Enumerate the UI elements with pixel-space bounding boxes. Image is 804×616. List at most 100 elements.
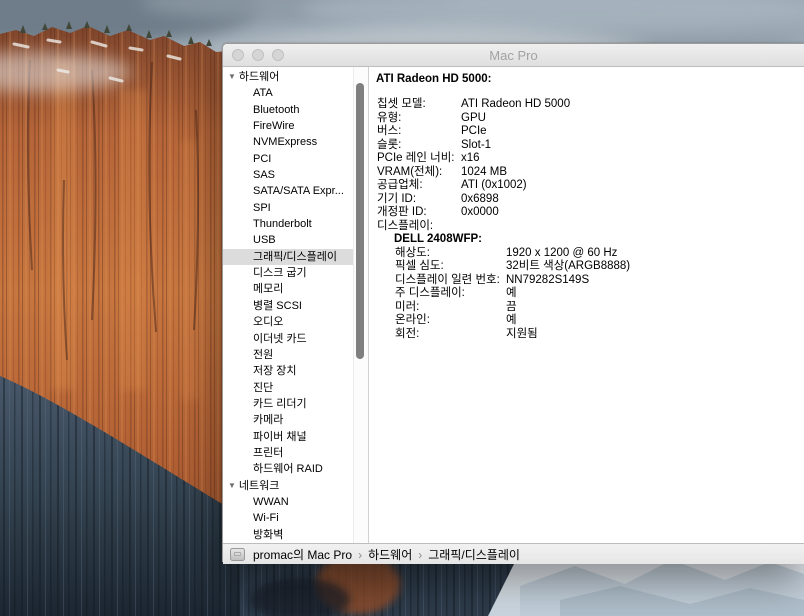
info-row: 디스플레이 일련 번호:NN79282S149S [395,274,796,288]
window-body: ▼하드웨어ATABluetoothFireWireNVMExpressPCISA… [223,67,804,543]
sidebar-item[interactable]: SATA/SATA Expr... [223,183,368,199]
sidebar-item[interactable]: Bluetooth [223,102,368,118]
info-label: 디스플레이: [377,220,461,234]
sidebar-item[interactable]: 전원 [223,347,368,363]
sidebar-item[interactable]: 하드웨어 RAID [223,461,368,477]
info-label: 픽셀 심도: [395,260,506,274]
zoom-button[interactable] [272,49,284,61]
sidebar-item[interactable]: Thunderbolt [223,216,368,232]
info-value: ATI Radeon HD 5000 [461,98,570,110]
sidebar-scrollbar-track[interactable] [353,67,368,543]
info-row: 해상도:1920 x 1200 @ 60 Hz [395,247,796,261]
info-row: 온라인:예 [395,314,796,328]
info-value: GPU [461,112,486,124]
info-row: 회전:지원됨 [395,328,796,342]
info-value: 끔 [506,301,517,313]
sidebar-item[interactable]: USB [223,232,368,248]
status-bar: promac의 Mac Pro › 하드웨어 › 그래픽/디스플레이 [223,543,804,564]
info-label: VRAM(전체): [377,166,461,180]
info-row: VRAM(전체):1024 MB [377,166,796,180]
info-label: 버스: [377,125,461,139]
info-label: 개정판 ID: [377,206,461,220]
breadcrumb: promac의 Mac Pro › 하드웨어 › 그래픽/디스플레이 [251,546,522,563]
sidebar-item[interactable]: NVMExpress [223,134,368,150]
sidebar-item[interactable]: 그래픽/디스플레이 [223,249,368,265]
sidebar-scrollbar-thumb[interactable] [356,83,364,359]
info-label: PCIe 레인 너비: [377,152,461,166]
window-title: Mac Pro [489,48,537,63]
info-value: 1024 MB [461,166,507,178]
sidebar-item[interactable]: SAS [223,167,368,183]
breadcrumb-separator: › [418,548,422,562]
info-label: 온라인: [395,314,506,328]
disclosure-triangle-icon[interactable]: ▼ [228,72,236,81]
sidebar-item[interactable]: 오디오 [223,314,368,330]
sidebar-item[interactable]: 저장 장치 [223,363,368,379]
traffic-lights [232,49,284,61]
info-label: 회전: [395,328,506,342]
info-value: ATI (0x1002) [461,179,527,191]
sidebar-section-header[interactable]: ▼하드웨어 [223,69,368,85]
sidebar-item[interactable]: SPI [223,200,368,216]
sidebar-item[interactable]: 방화벽 [223,527,368,543]
disclosure-triangle-icon[interactable]: ▼ [228,481,236,490]
breadcrumb-item[interactable]: 그래픽/디스플레이 [428,548,520,562]
sidebar-item[interactable]: 파이버 채널 [223,429,368,445]
info-row: 미러:끔 [395,301,796,315]
info-label: 미러: [395,301,506,315]
sidebar-item[interactable]: 카드 리더기 [223,396,368,412]
sidebar-item[interactable]: 카메라 [223,412,368,428]
info-value: 1920 x 1200 @ 60 Hz [506,247,617,259]
mac-icon [230,548,245,561]
sidebar-item[interactable]: FireWire [223,118,368,134]
display-rows: 해상도:1920 x 1200 @ 60 Hz픽셀 심도:32비트 색상(ARG… [395,247,796,342]
sidebar-item[interactable]: 메모리 [223,281,368,297]
gpu-rows: 칩셋 모델:ATI Radeon HD 5000유형:GPU버스:PCIe슬롯:… [377,98,796,233]
info-row: 디스플레이: [377,220,796,234]
info-value: Slot-1 [461,139,491,151]
close-button[interactable] [232,49,244,61]
info-row: 공급업체:ATI (0x1002) [377,179,796,193]
info-label: 해상도: [395,247,506,261]
gpu-title: ATI Radeon HD 5000: [376,73,796,85]
display-title: DELL 2408WFP: [394,233,796,247]
sidebar-item[interactable]: PCI [223,151,368,167]
info-value: PCIe [461,125,487,137]
sidebar-item[interactable]: 프린터 [223,445,368,461]
info-value: 0x0000 [461,206,499,218]
sidebar-item[interactable]: 디스크 굽기 [223,265,368,281]
breadcrumb-item[interactable]: 하드웨어 [368,548,412,562]
info-value: 0x6898 [461,193,499,205]
info-label: 디스플레이 일련 번호: [395,274,506,288]
info-label: 공급업체: [377,179,461,193]
sidebar-item[interactable]: ATA [223,85,368,101]
sidebar-section-header[interactable]: ▼네트워크 [223,478,368,494]
sidebar-item[interactable]: 이더넷 카드 [223,331,368,347]
sidebar-item[interactable]: 병렬 SCSI [223,298,368,314]
sidebar-item[interactable]: Wi-Fi [223,510,368,526]
info-value: NN79282S149S [506,274,589,286]
report-pane: ATI Radeon HD 5000: 칩셋 모델:ATI Radeon HD … [369,67,804,543]
info-value: x16 [461,152,480,164]
window-titlebar[interactable]: Mac Pro [223,44,804,67]
sidebar-item[interactable]: 진단 [223,380,368,396]
info-label: 슬롯: [377,139,461,153]
info-row: 유형:GPU [377,112,796,126]
sidebar-item[interactable]: WWAN [223,494,368,510]
info-label: 기기 ID: [377,193,461,207]
info-value: 예 [506,314,517,326]
info-row: 칩셋 모델:ATI Radeon HD 5000 [377,98,796,112]
minimize-button[interactable] [252,49,264,61]
sidebar: ▼하드웨어ATABluetoothFireWireNVMExpressPCISA… [223,67,369,543]
info-row: 버스:PCIe [377,125,796,139]
breadcrumb-separator: › [358,548,362,562]
info-value: 32비트 색상(ARGB8888) [506,260,630,272]
info-row: 슬롯:Slot-1 [377,139,796,153]
info-value: 예 [506,287,517,299]
info-label: 칩셋 모델: [377,98,461,112]
breadcrumb-item[interactable]: promac의 Mac Pro [253,548,352,562]
info-value: 지원됨 [506,328,538,340]
info-label: 유형: [377,112,461,126]
info-row: 픽셀 심도:32비트 색상(ARGB8888) [395,260,796,274]
info-row: 개정판 ID:0x0000 [377,206,796,220]
